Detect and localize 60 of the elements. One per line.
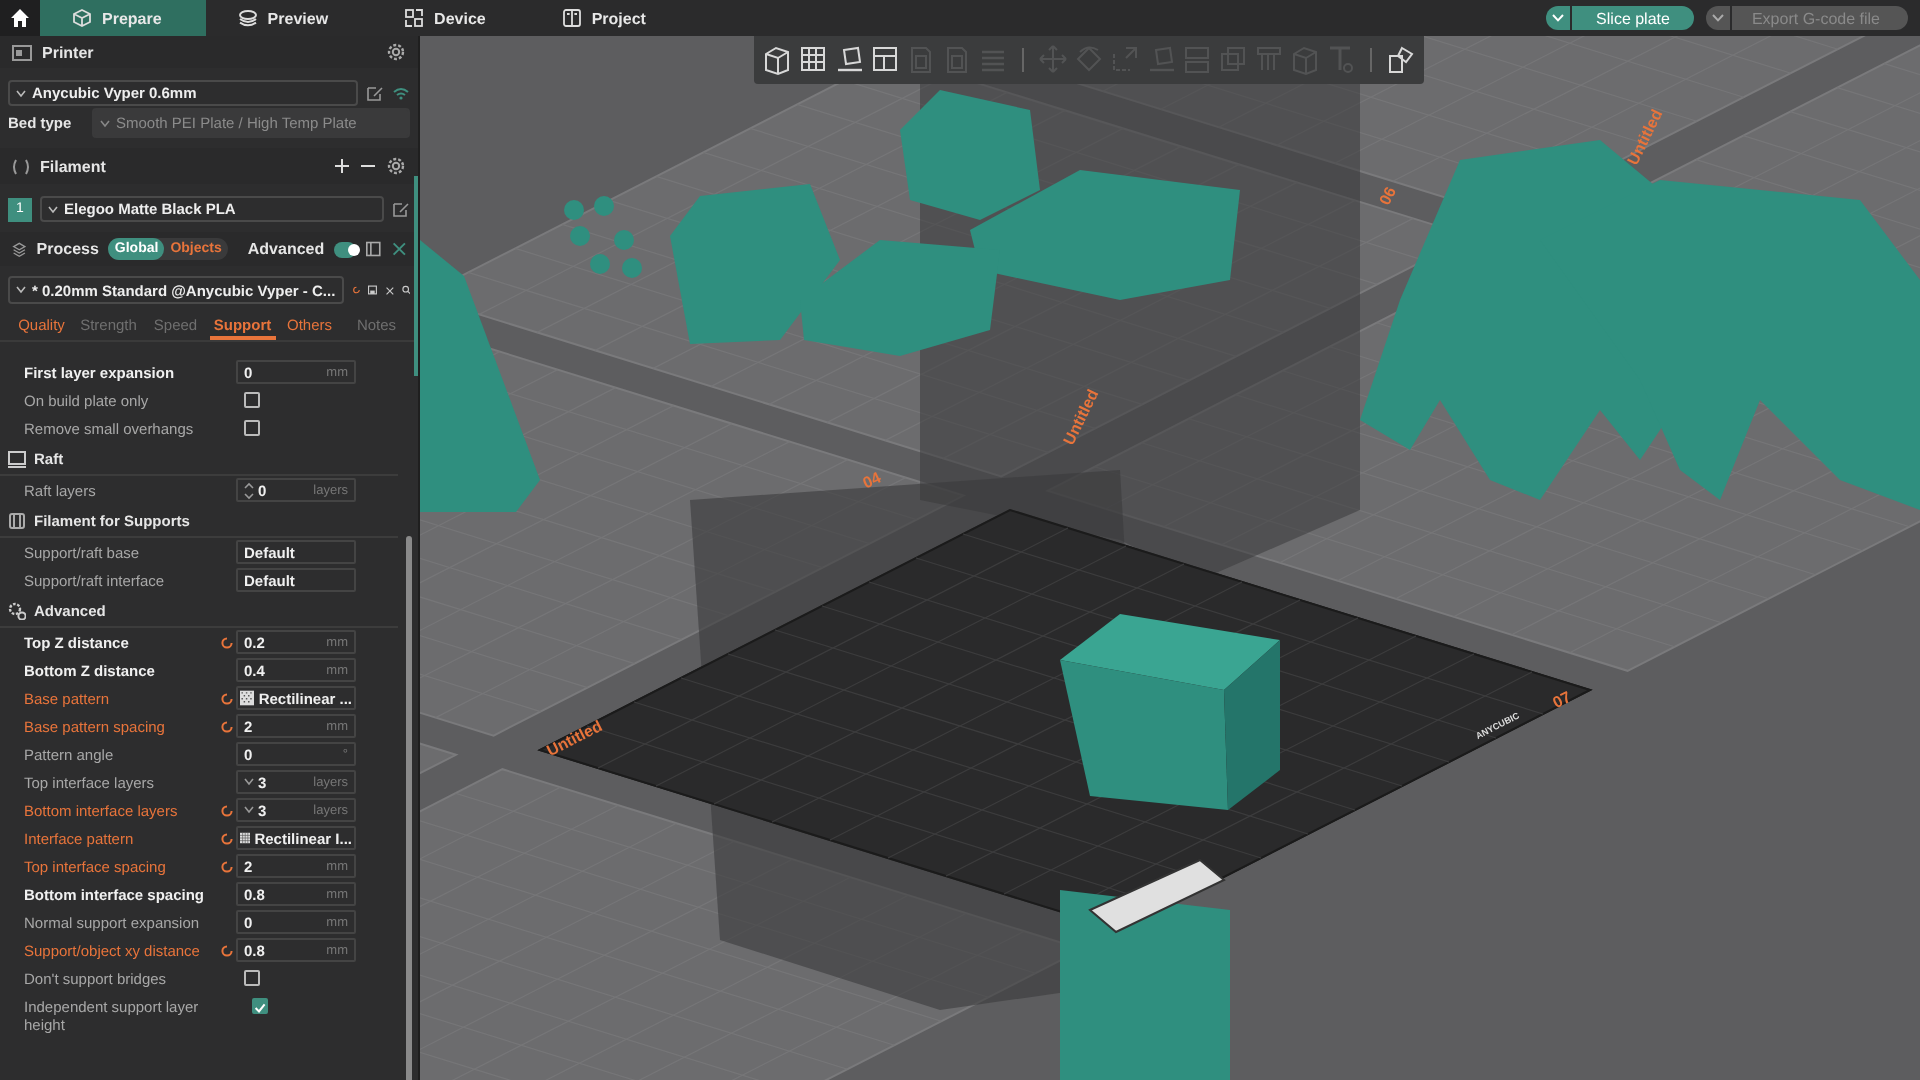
edit-icon[interactable]	[392, 200, 410, 218]
wifi-icon	[392, 86, 410, 100]
checkbox[interactable]	[244, 392, 260, 408]
reset-icon[interactable]	[219, 691, 233, 705]
section-title: Process	[36, 240, 99, 258]
dotted-pattern-icon	[240, 688, 255, 708]
chevron-icon	[244, 778, 254, 786]
checkbox[interactable]	[252, 998, 268, 1014]
cube-icon	[72, 8, 92, 28]
chevron-icon	[48, 205, 58, 213]
plate-label: 04	[860, 468, 884, 493]
toggle-label: Advanced	[247, 240, 325, 258]
nav-tab[interactable]: Preview	[205, 0, 373, 36]
device-icon	[404, 8, 425, 28]
tilted-square-icon[interactable]	[834, 44, 864, 76]
puzzle-icon[interactable]	[1386, 44, 1416, 76]
nav-tab[interactable]: Project	[529, 0, 690, 36]
section-title: Printer	[42, 43, 94, 61]
slice-button[interactable]: Slice plate	[1572, 6, 1694, 30]
settings-icon[interactable]	[386, 156, 406, 176]
chevron-icon	[100, 119, 110, 127]
compare-icon[interactable]	[391, 240, 407, 258]
home-icon[interactable]	[10, 8, 30, 28]
process-icon	[12, 240, 27, 258]
reset-icon[interactable]	[219, 943, 233, 957]
raft-icon	[8, 449, 26, 467]
nav-tab[interactable]: Device	[372, 0, 530, 36]
reset-icon[interactable]	[219, 859, 233, 873]
checkbox[interactable]	[244, 420, 260, 436]
book-icon	[561, 8, 582, 28]
grid-icon[interactable]	[798, 44, 828, 76]
settings-icon[interactable]	[386, 42, 406, 62]
reset-icon[interactable]	[351, 282, 361, 298]
chevron-icon	[16, 286, 26, 294]
reset-icon[interactable]	[219, 803, 233, 817]
edit-icon[interactable]	[366, 84, 384, 102]
reset-icon[interactable]	[219, 719, 233, 733]
stepper-icon	[244, 481, 254, 499]
close-icon[interactable]	[385, 283, 394, 297]
chevron-icon	[244, 806, 254, 814]
caret-icon[interactable]	[1711, 14, 1724, 22]
plus-icon[interactable]	[334, 158, 350, 174]
layout-icon[interactable]	[870, 44, 900, 76]
grid-pattern-icon	[240, 828, 251, 848]
chevron-icon	[16, 89, 26, 97]
search-icon[interactable]	[401, 282, 410, 298]
check-icon	[254, 1002, 266, 1014]
printer-icon	[12, 43, 32, 61]
panel-icon[interactable]	[366, 240, 382, 258]
nav-tab[interactable]: Prepare	[40, 0, 206, 36]
advanced-toggle[interactable]	[334, 241, 357, 257]
plate-label: 06	[1376, 184, 1400, 208]
layers-icon	[237, 8, 258, 28]
reset-icon[interactable]	[219, 635, 233, 649]
gears-icon	[8, 601, 26, 619]
plate-label: 07	[1550, 687, 1575, 713]
save-icon[interactable]	[368, 282, 378, 298]
checkbox[interactable]	[244, 970, 260, 986]
section-title: Filament	[40, 157, 106, 175]
reset-icon[interactable]	[219, 831, 233, 845]
